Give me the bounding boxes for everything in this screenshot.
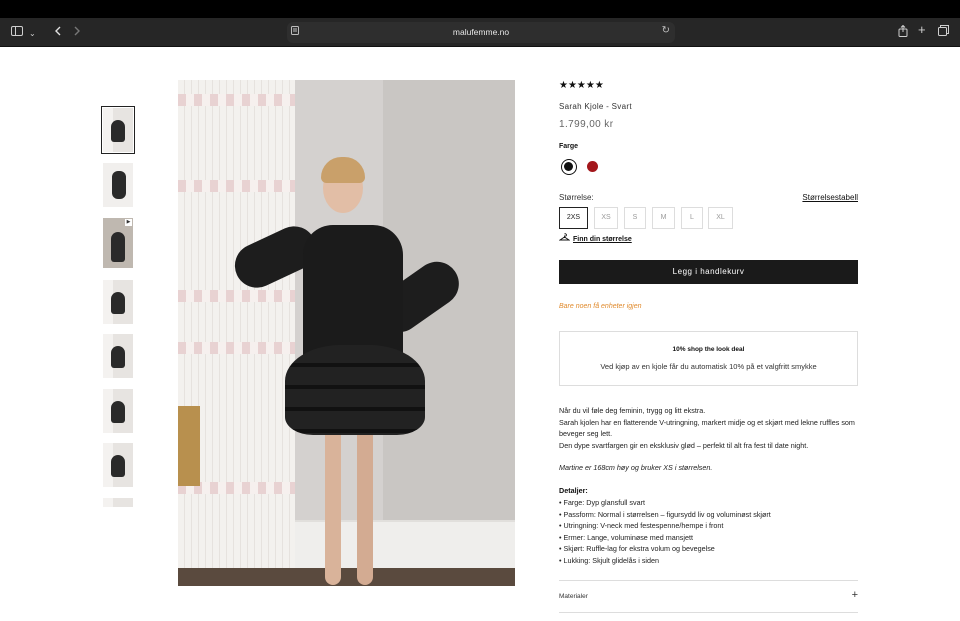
- deal-title: 10% shop the look deal: [672, 346, 745, 353]
- product-description: Når du vil føle deg feminin, trygg og li…: [559, 405, 858, 451]
- brass-door: [178, 406, 200, 486]
- sidebar-icon[interactable]: [11, 25, 23, 39]
- url-bar[interactable]: malufemme.no ↻: [287, 22, 675, 43]
- size-finder-label[interactable]: Finn din størrelse: [573, 236, 632, 243]
- details-item: • Farge: Dyp glansfull svart: [559, 498, 646, 507]
- system-top-bar: [0, 0, 960, 18]
- chevron-right-icon[interactable]: [73, 25, 81, 39]
- reload-icon[interactable]: ↻: [662, 25, 670, 36]
- stove-band: [178, 94, 295, 106]
- details-item: • Ermer: Lange, voluminøse med mansjett: [559, 532, 693, 542]
- thumbnail-7[interactable]: [103, 443, 133, 487]
- description-line: Når du vil føle deg feminin, trygg og li…: [559, 406, 706, 415]
- details-item: • Lukking: Skjult glidelås i siden: [559, 555, 660, 565]
- thumbnail-2[interactable]: [103, 163, 133, 207]
- video-icon: ▶: [125, 219, 132, 226]
- description-line: Den dype svartfargen gir en eksklusiv gl…: [559, 440, 809, 450]
- product-title: Sarah Kjole - Svart: [559, 102, 632, 111]
- model-figure: [227, 155, 468, 585]
- size-option-xl[interactable]: XL: [708, 207, 733, 229]
- description-line: Sarah kjolen har en flatterende V-utring…: [559, 417, 855, 439]
- thumbnail-8[interactable]: [103, 498, 133, 507]
- hanger-icon: [558, 233, 571, 243]
- size-label: Størrelse:: [559, 193, 594, 202]
- rating-stars[interactable]: ★★★★★: [559, 80, 604, 91]
- accordion-label[interactable]: Materialer: [559, 593, 588, 600]
- model-note: Martine er 168cm høy og bruker XS i stør…: [559, 463, 713, 472]
- add-to-cart-button[interactable]: Legg i handlekurv: [559, 260, 858, 284]
- thumbnail-1[interactable]: [101, 106, 135, 154]
- size-guide-link[interactable]: Størrelsestabell: [802, 193, 858, 202]
- thumbnail-4[interactable]: [103, 280, 133, 324]
- chevron-down-icon[interactable]: ⌄: [29, 27, 36, 41]
- main-product-image[interactable]: [178, 80, 515, 586]
- plus-icon[interactable]: +: [918, 23, 926, 37]
- size-option-l[interactable]: L: [681, 207, 703, 229]
- share-icon[interactable]: [898, 24, 908, 40]
- size-finder-link[interactable]: Finn din størrelse: [558, 233, 632, 243]
- color-swatch-black[interactable]: [561, 159, 577, 175]
- tabs-icon[interactable]: [938, 25, 949, 39]
- thumbnail-5[interactable]: [103, 334, 133, 378]
- color-swatch-red[interactable]: [587, 161, 598, 172]
- materials-accordion[interactable]: Materialer +: [559, 580, 858, 613]
- product-price: 1.799,00 kr: [559, 119, 614, 130]
- deal-box: 10% shop the look deal Ved kjøp av en kj…: [559, 331, 858, 386]
- details-list: • Farge: Dyp glansfull svart • Passform:…: [559, 497, 771, 567]
- size-option-s[interactable]: S: [624, 207, 646, 229]
- details-title: Detaljer:: [559, 486, 588, 495]
- details-item: • Skjørt: Ruffle-lag for ekstra volum og…: [559, 544, 715, 554]
- color-label: Farge: [559, 143, 579, 150]
- size-option-2xs[interactable]: 2XS: [559, 207, 588, 229]
- plus-icon[interactable]: +: [852, 589, 858, 601]
- details-item: • Utringning: V-neck med festespenne/hem…: [559, 521, 724, 531]
- size-option-m[interactable]: M: [652, 207, 675, 229]
- size-option-xs[interactable]: XS: [594, 207, 618, 229]
- stock-note: Bare noen få enheter igjen: [559, 303, 642, 310]
- deal-text: Ved kjøp av en kjole får du automatisk 1…: [600, 362, 817, 371]
- thumbnail-6[interactable]: [103, 389, 133, 433]
- chevron-left-icon[interactable]: [54, 25, 62, 39]
- details-item: • Passform: Normal i størrelsen – figurs…: [559, 509, 771, 519]
- url-text[interactable]: malufemme.no: [287, 27, 675, 37]
- browser-toolbar: ⌄ malufemme.no ↻ +: [0, 18, 960, 47]
- thumbnail-3[interactable]: ▶: [103, 218, 133, 268]
